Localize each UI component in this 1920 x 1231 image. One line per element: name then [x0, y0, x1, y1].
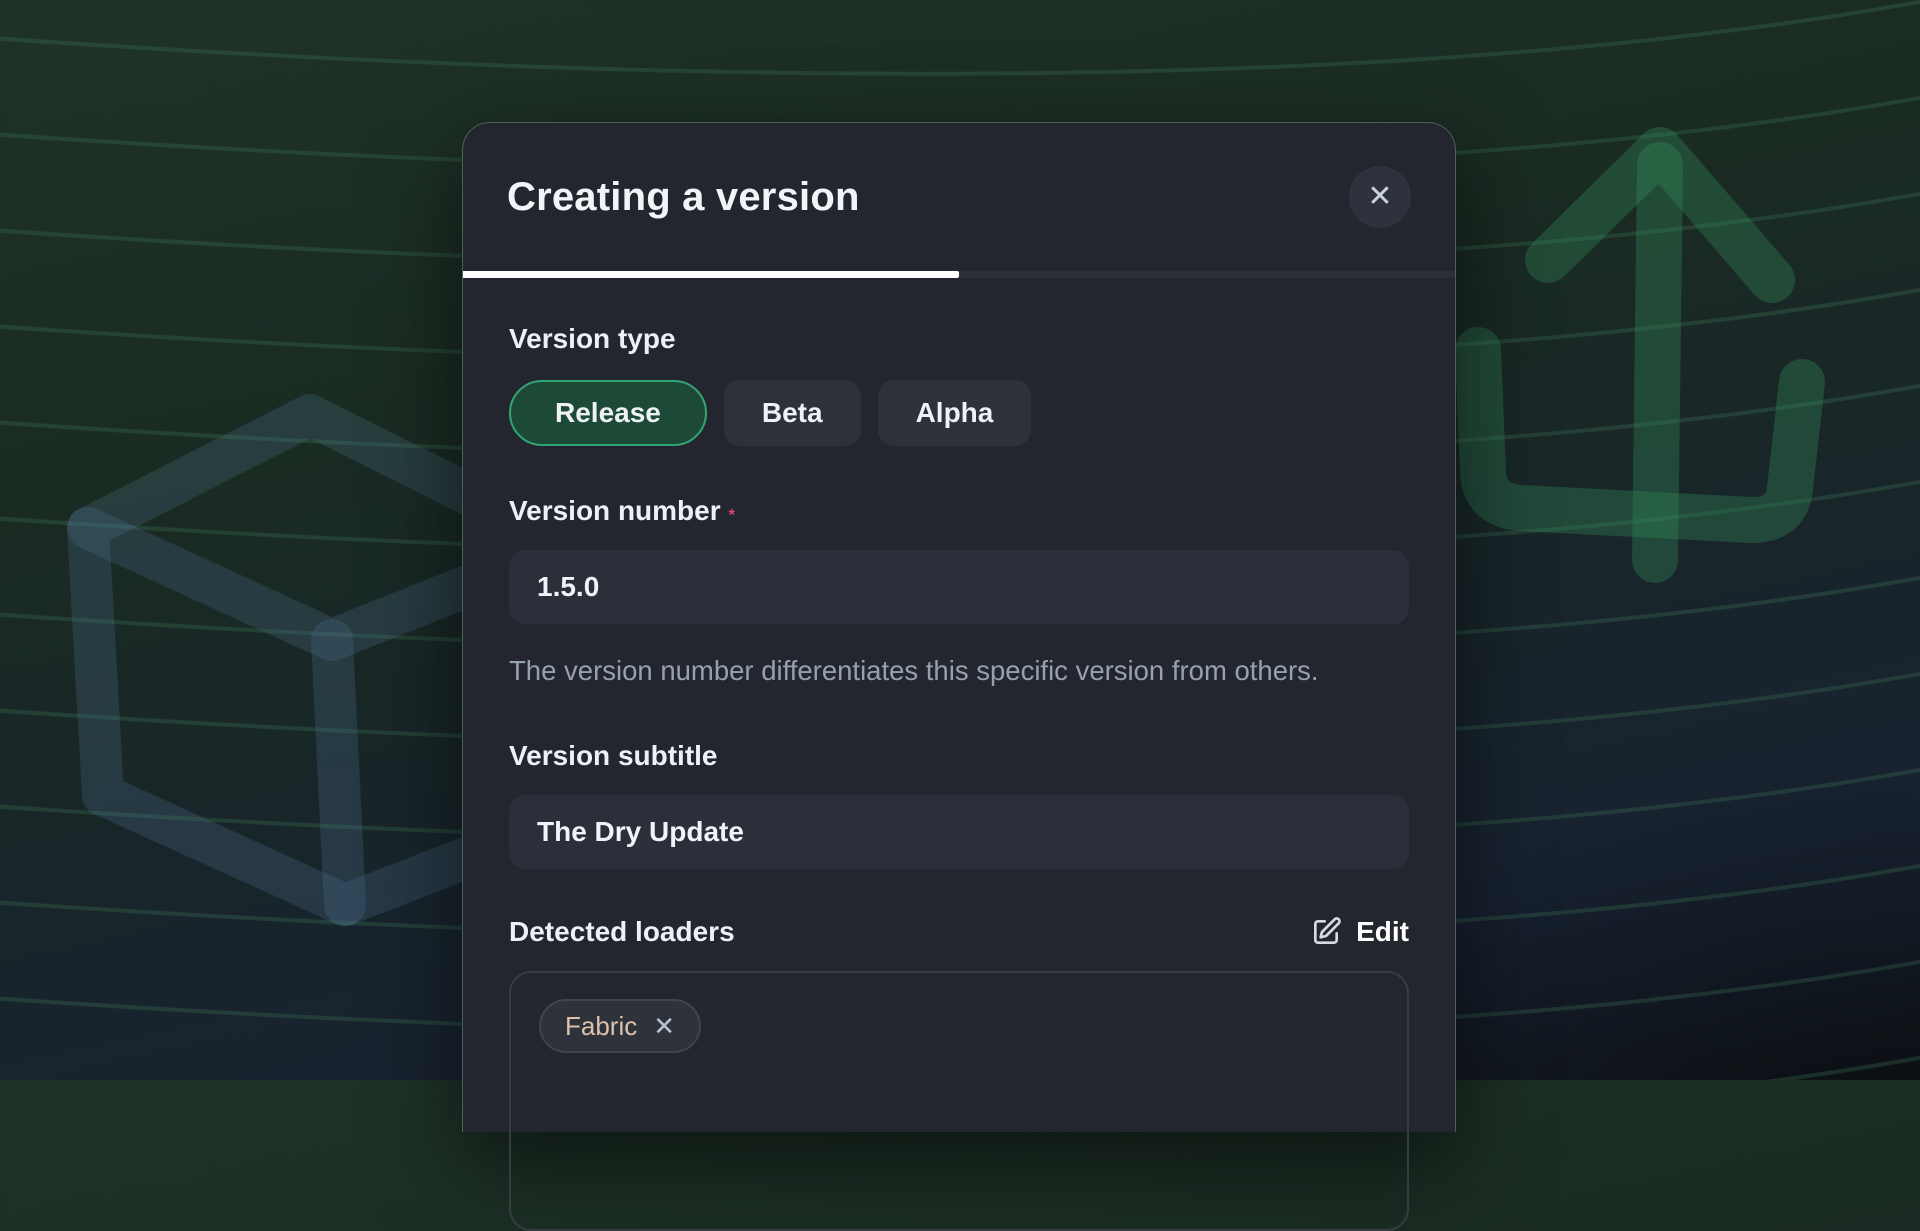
- version-subtitle-input[interactable]: [509, 795, 1409, 869]
- upload-arrow-icon: [1478, 150, 1802, 560]
- create-version-modal: Creating a version ✕ Version type Releas…: [462, 122, 1456, 1132]
- close-icon: ✕: [1367, 166, 1392, 228]
- edit-icon: [1310, 916, 1342, 948]
- wizard-progress-track: [463, 271, 1455, 278]
- detected-loaders-label: Detected loaders: [509, 915, 735, 949]
- loader-chip-label: Fabric: [565, 1011, 637, 1042]
- close-button[interactable]: ✕: [1349, 166, 1411, 228]
- wizard-progress-fill: [463, 271, 959, 278]
- version-number-input[interactable]: [509, 550, 1409, 624]
- alpha-label: Alpha: [916, 397, 994, 429]
- version-number-label: Version number: [509, 495, 721, 526]
- detected-loaders-box: Fabric ✕: [509, 971, 1409, 1231]
- loader-chip-fabric[interactable]: Fabric ✕: [539, 999, 701, 1053]
- version-type-label: Version type: [509, 322, 1409, 356]
- modal-header: Creating a version ✕: [463, 123, 1455, 271]
- version-number-help-text: The version number differentiates this s…: [509, 648, 1354, 693]
- version-type-beta-button[interactable]: Beta: [724, 380, 861, 446]
- beta-label: Beta: [762, 397, 823, 429]
- version-subtitle-label: Version subtitle: [509, 740, 718, 771]
- version-type-release-button[interactable]: Release: [509, 380, 707, 446]
- chip-remove-icon[interactable]: ✕: [653, 1013, 675, 1039]
- version-type-alpha-button[interactable]: Alpha: [878, 380, 1032, 446]
- modal-title: Creating a version: [507, 175, 860, 220]
- version-type-options: Release Beta Alpha: [509, 380, 1409, 446]
- modal-body: Version type Release Beta Alpha Version …: [463, 278, 1455, 1231]
- required-asterisk: *: [729, 507, 735, 524]
- edit-loaders-button[interactable]: Edit: [1310, 916, 1409, 948]
- edit-label: Edit: [1356, 916, 1409, 948]
- release-label: Release: [555, 397, 661, 429]
